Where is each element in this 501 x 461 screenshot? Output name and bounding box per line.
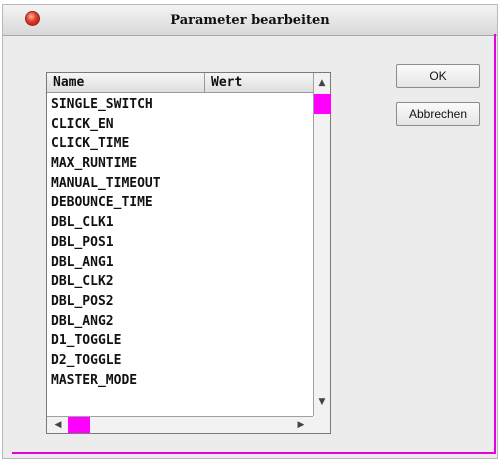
list-item[interactable]: DBL_POS2 [47, 292, 311, 312]
vertical-scroll-thumb[interactable] [314, 94, 331, 114]
list-item[interactable]: SINGLE_SWITCH [47, 95, 311, 115]
list-item[interactable]: DBL_ANG1 [47, 253, 311, 273]
list-rows: SINGLE_SWITCH CLICK_EN CLICK_TIME MAX_RU… [47, 95, 311, 390]
ok-button[interactable]: OK [396, 64, 480, 88]
list-item[interactable]: DBL_CLK1 [47, 213, 311, 233]
vertical-scrollbar[interactable]: ▲ ▼ [313, 73, 331, 416]
arrow-left-icon[interactable]: ◀ [50, 418, 66, 432]
window-accent-right [494, 34, 496, 454]
list-item[interactable]: MASTER_MODE [47, 371, 311, 391]
list-item[interactable]: DBL_CLK2 [47, 272, 311, 292]
list-item[interactable]: D2_TOGGLE [47, 351, 311, 371]
parameter-list: Name Wert SINGLE_SWITCH CLICK_EN CLICK_T… [46, 72, 331, 434]
list-item[interactable]: DBL_POS1 [47, 233, 311, 253]
arrow-right-icon[interactable]: ▶ [293, 418, 309, 432]
arrow-down-icon[interactable]: ▼ [314, 395, 330, 409]
cancel-button[interactable]: Abbrechen [396, 102, 480, 126]
list-item[interactable]: DBL_ANG2 [47, 312, 311, 332]
list-item[interactable]: DEBOUNCE_TIME [47, 193, 311, 213]
list-header: Name Wert [47, 73, 313, 93]
arrow-up-icon[interactable]: ▲ [314, 76, 330, 90]
list-item[interactable]: CLICK_TIME [47, 134, 311, 154]
dialog-window: Parameter bearbeiten Name Wert SINGLE_SW… [2, 4, 498, 459]
horizontal-scroll-thumb[interactable] [68, 417, 90, 433]
title-bar[interactable]: Parameter bearbeiten [3, 5, 497, 36]
horizontal-scrollbar[interactable]: ◀ ▶ [47, 416, 313, 433]
list-item[interactable]: CLICK_EN [47, 115, 311, 135]
column-header-name[interactable]: Name [47, 73, 205, 92]
window-accent-bottom [12, 452, 496, 454]
column-header-wert[interactable]: Wert [205, 73, 313, 92]
list-item[interactable]: MAX_RUNTIME [47, 154, 311, 174]
scroll-corner [313, 416, 330, 433]
list-item[interactable]: MANUAL_TIMEOUT [47, 174, 311, 194]
list-item[interactable]: D1_TOGGLE [47, 331, 311, 351]
window-title: Parameter bearbeiten [170, 13, 330, 28]
